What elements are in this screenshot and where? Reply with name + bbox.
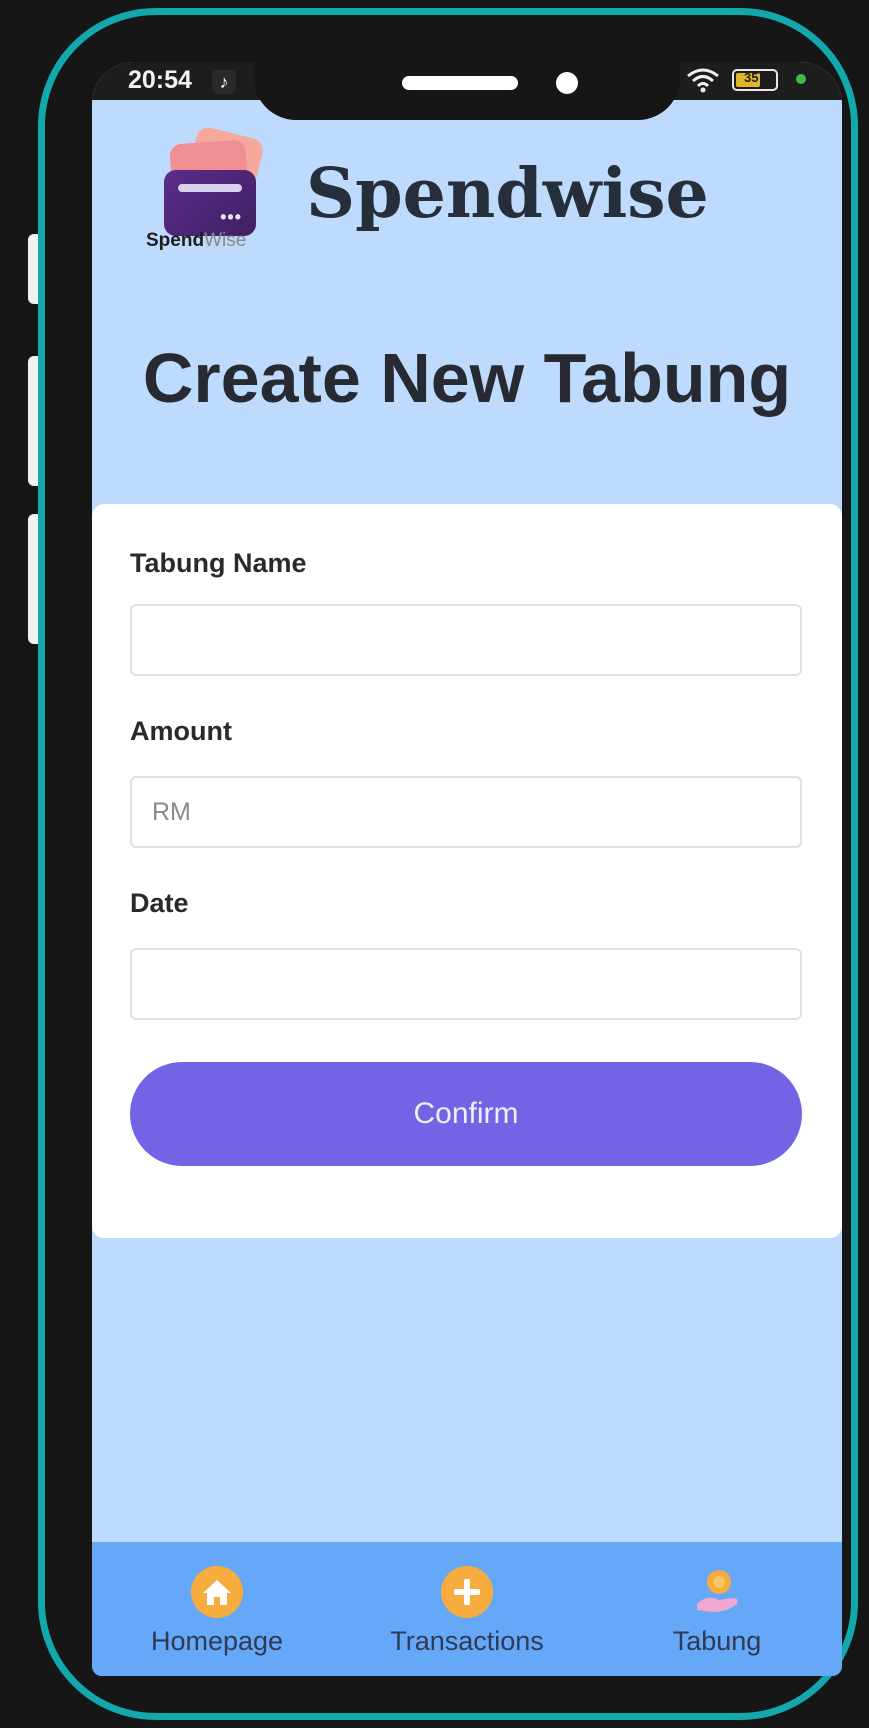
nav-label-homepage: Homepage	[150, 1626, 284, 1656]
brand-title: Spendwise	[306, 154, 709, 234]
amount-input[interactable]	[130, 776, 802, 848]
status-dot-icon	[796, 74, 806, 84]
battery-icon: 35	[732, 69, 778, 91]
tabung-name-input[interactable]	[130, 604, 802, 676]
confirm-button[interactable]: Confirm	[130, 1062, 802, 1166]
nav-item-homepage[interactable]: Homepage	[92, 1542, 342, 1676]
plus-circle-icon	[441, 1566, 493, 1618]
tabung-name-label: Tabung Name	[130, 548, 307, 578]
battery-level: 35	[744, 70, 759, 85]
app-logo: ••• SpendWise	[146, 125, 282, 251]
phone-notch	[254, 62, 680, 120]
home-icon	[191, 1566, 243, 1618]
date-input[interactable]	[130, 948, 802, 1020]
app-screen: 20:54 ♪ 35 ••• SpendWise Spendwise Creat…	[92, 62, 842, 1676]
camera-icon	[556, 72, 578, 94]
wifi-icon	[687, 68, 719, 93]
logo-text: SpendWise	[146, 230, 247, 251]
nav-label-transactions: Transactions	[390, 1626, 544, 1656]
nav-label-tabung: Tabung	[672, 1626, 762, 1656]
page-title: Create New Tabung	[142, 339, 792, 417]
status-time: 20:54	[128, 66, 192, 94]
speaker-icon	[402, 76, 518, 90]
tiktok-notification-icon: ♪	[212, 70, 236, 94]
date-label: Date	[130, 888, 189, 918]
nav-item-transactions[interactable]: Transactions	[342, 1542, 592, 1676]
coin-hand-icon	[697, 1570, 738, 1612]
create-tabung-form: Tabung Name Amount Date Confirm	[92, 504, 842, 1238]
nav-item-tabung[interactable]: Tabung	[592, 1542, 842, 1676]
amount-label: Amount	[130, 716, 232, 746]
wallet-card-icon: •••	[164, 170, 256, 236]
bottom-nav: Homepage Transactions Tabung	[92, 1542, 842, 1676]
